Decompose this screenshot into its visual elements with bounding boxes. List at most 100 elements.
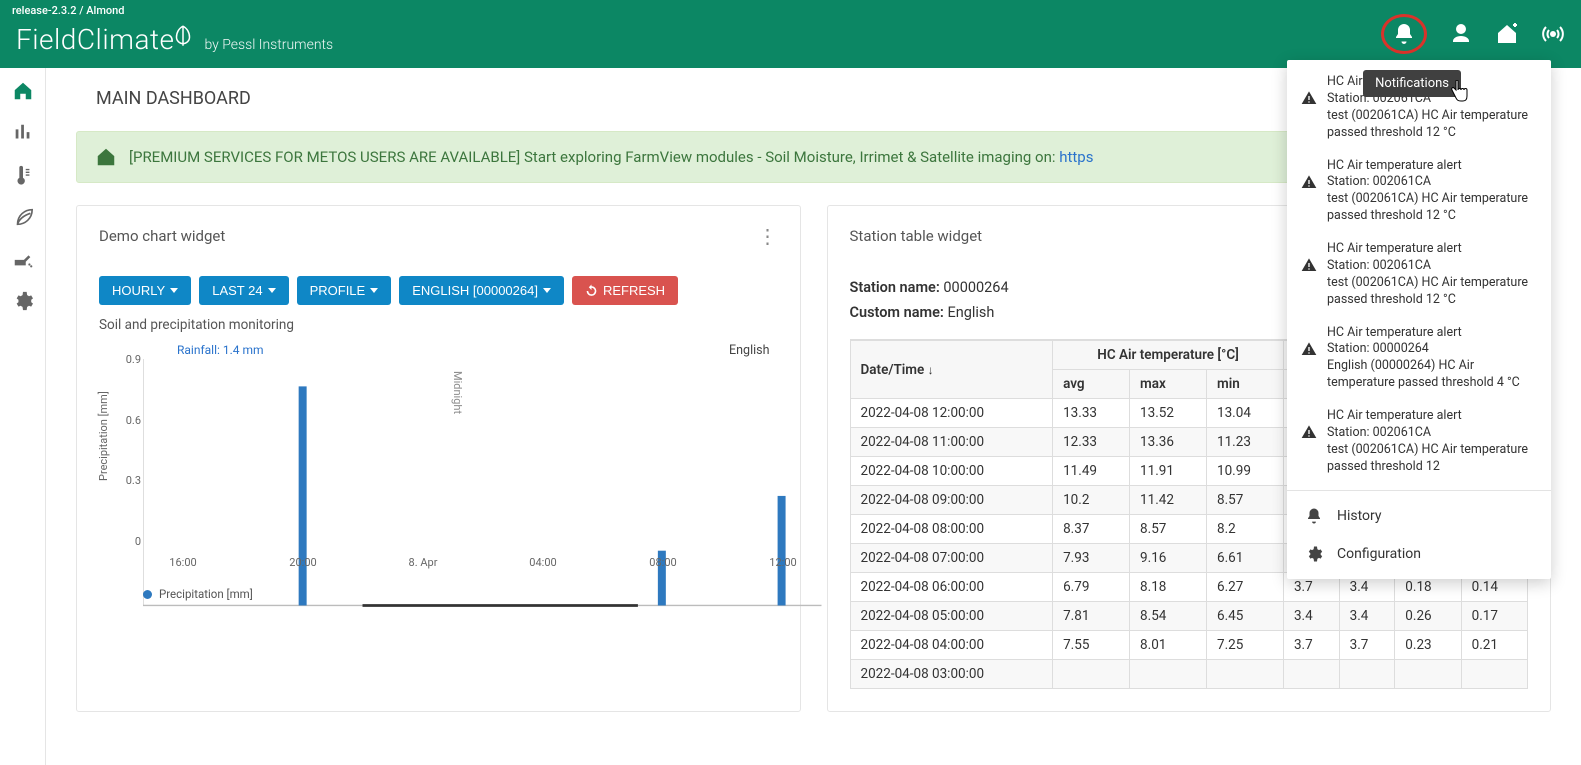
table-cell: 3.7 xyxy=(1339,631,1395,660)
table-cell: 11.91 xyxy=(1130,457,1207,486)
chart-svg xyxy=(143,359,822,619)
warning-icon xyxy=(1301,174,1317,190)
bell-highlight xyxy=(1381,14,1427,54)
table-cell: 0.17 xyxy=(1461,602,1527,631)
thermometer-icon[interactable] xyxy=(12,164,34,186)
home-icon[interactable] xyxy=(12,80,34,102)
bar xyxy=(778,496,786,606)
table-cell: 11.42 xyxy=(1130,486,1207,515)
table-cell: 8.37 xyxy=(1053,515,1130,544)
station-dropdown[interactable]: ENGLISH [00000264] xyxy=(399,276,564,305)
chart-ytick: 0 xyxy=(135,535,141,548)
gear-icon[interactable] xyxy=(12,290,34,312)
table-cell xyxy=(1461,660,1527,689)
chart-xtick: 08:00 xyxy=(649,556,676,569)
broadcast-icon[interactable] xyxy=(1541,22,1565,46)
table-cell: 12.33 xyxy=(1053,428,1130,457)
banner-link[interactable]: https xyxy=(1059,148,1093,166)
table-cell: 2022-04-08 12:00:00 xyxy=(850,399,1053,428)
house-plus-icon[interactable] xyxy=(1495,22,1519,46)
table-row: 2022-04-08 05:00:007.818.546.453.43.40.2… xyxy=(850,602,1528,631)
chart-subtitle: Soil and precipitation monitoring xyxy=(99,317,778,333)
table-cell: 13.52 xyxy=(1130,399,1207,428)
table-cell xyxy=(1339,660,1395,689)
chart-widget-menu[interactable]: ⋮ xyxy=(758,224,778,248)
cursor-hand-icon xyxy=(1449,80,1469,107)
profile-dropdown[interactable]: PROFILE xyxy=(297,276,392,305)
table-cell xyxy=(1053,660,1130,689)
table-cell: 6.79 xyxy=(1053,573,1130,602)
refresh-button[interactable]: REFRESH xyxy=(572,276,678,305)
notifications-config[interactable]: Configuration xyxy=(1287,535,1551,573)
left-sidebar xyxy=(0,68,46,765)
table-row: 2022-04-08 03:00:00 xyxy=(850,660,1528,689)
notifications-history[interactable]: History xyxy=(1287,497,1551,535)
col-avg[interactable]: avg xyxy=(1053,370,1130,399)
col-max[interactable]: max xyxy=(1130,370,1207,399)
table-cell: 8.2 xyxy=(1207,515,1284,544)
chart-ytick: 0.9 xyxy=(126,353,141,366)
table-cell: 8.57 xyxy=(1207,486,1284,515)
notification-item[interactable]: HC Air temperature alertStation: 002061C… xyxy=(1287,233,1551,317)
table-cell xyxy=(1395,660,1461,689)
header-icons xyxy=(1381,14,1565,54)
watering-icon[interactable] xyxy=(12,248,34,270)
table-cell xyxy=(1207,660,1284,689)
chart-ytick: 0.6 xyxy=(126,414,141,427)
table-cell: 2022-04-08 06:00:00 xyxy=(850,573,1053,602)
table-cell: 0.26 xyxy=(1395,602,1461,631)
logo-by: by Pessl Instruments xyxy=(204,37,333,53)
bell-icon xyxy=(1305,507,1323,525)
table-cell: 9.16 xyxy=(1130,544,1207,573)
legend-label: Precipitation [mm] xyxy=(159,587,253,601)
table-cell: 10.2 xyxy=(1053,486,1130,515)
table-cell: 2022-04-08 11:00:00 xyxy=(850,428,1053,457)
table-cell xyxy=(1283,660,1339,689)
table-cell: 3.4 xyxy=(1283,602,1339,631)
table-cell: 11.49 xyxy=(1053,457,1130,486)
chart-widget-title: Demo chart widget xyxy=(99,227,225,245)
warning-icon xyxy=(1301,257,1317,273)
bar-chart-icon[interactable] xyxy=(12,122,34,144)
notification-item[interactable]: HC Air temperature alertStation: 0000026… xyxy=(1287,317,1551,401)
warning-icon xyxy=(1301,90,1317,106)
table-cell: 0.21 xyxy=(1461,631,1527,660)
table-cell: 6.61 xyxy=(1207,544,1284,573)
notification-item[interactable]: HC Air temperature alertStation: 002061C… xyxy=(1287,400,1551,484)
gear-icon xyxy=(1305,545,1323,563)
col-datetime[interactable]: Date/Time ↓ xyxy=(850,341,1053,399)
chart-xtick: 20:00 xyxy=(289,556,316,569)
warning-icon xyxy=(1301,424,1317,440)
table-cell: 7.25 xyxy=(1207,631,1284,660)
logo[interactable]: FieldClimate by Pessl Instruments xyxy=(16,23,333,56)
config-label: Configuration xyxy=(1337,546,1421,562)
bell-icon[interactable] xyxy=(1392,22,1416,46)
chart-lang-label: English xyxy=(729,343,769,358)
chart-toolbar: HOURLY LAST 24 PROFILE ENGLISH [00000264… xyxy=(99,276,778,305)
last24-dropdown[interactable]: LAST 24 xyxy=(199,276,288,305)
table-row: 2022-04-08 04:00:007.558.017.253.73.70.2… xyxy=(850,631,1528,660)
history-label: History xyxy=(1337,508,1382,524)
col-min[interactable]: min xyxy=(1207,370,1284,399)
leaf-icon xyxy=(170,23,196,49)
chart-area: Rainfall: 1.4 mm English Precipitation [… xyxy=(99,341,778,601)
hourly-dropdown[interactable]: HOURLY xyxy=(99,276,191,305)
divider xyxy=(1287,490,1551,491)
leaf-icon[interactable] xyxy=(12,206,34,228)
chart-xtick: 12:00 xyxy=(769,556,796,569)
bar xyxy=(299,386,307,605)
user-icon[interactable] xyxy=(1449,22,1473,46)
notification-item[interactable]: HC Air temperature alertStation: 002061C… xyxy=(1287,150,1551,234)
rainfall-label: Rainfall: 1.4 mm xyxy=(177,343,264,357)
table-cell: 3.4 xyxy=(1339,602,1395,631)
notifications-tooltip: Notifications xyxy=(1363,70,1461,97)
chart-xtick: 8. Apr xyxy=(409,556,438,569)
notifications-panel: HC Air temperature al…Station: 002061CAt… xyxy=(1287,60,1551,579)
legend-dot-icon xyxy=(143,590,152,599)
table-cell: 6.45 xyxy=(1207,602,1284,631)
table-cell xyxy=(1130,660,1207,689)
table-cell: 2022-04-08 04:00:00 xyxy=(850,631,1053,660)
table-cell: 0.23 xyxy=(1395,631,1461,660)
table-cell: 8.57 xyxy=(1130,515,1207,544)
table-cell: 2022-04-08 09:00:00 xyxy=(850,486,1053,515)
